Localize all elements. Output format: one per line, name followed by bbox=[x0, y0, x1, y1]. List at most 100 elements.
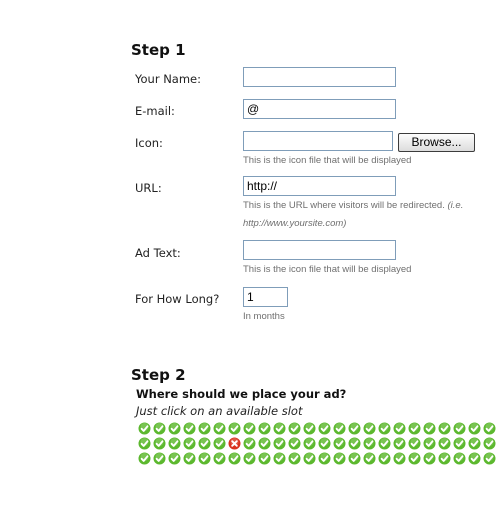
slot-available[interactable] bbox=[168, 437, 181, 450]
slot-available[interactable] bbox=[348, 422, 361, 435]
slot-available[interactable] bbox=[453, 422, 466, 435]
slot-available[interactable] bbox=[138, 437, 151, 450]
check-circle-icon bbox=[333, 422, 346, 435]
slot-available[interactable] bbox=[273, 437, 286, 450]
slot-available[interactable] bbox=[243, 437, 256, 450]
check-circle-icon bbox=[348, 437, 361, 450]
slot-available[interactable] bbox=[438, 452, 451, 465]
slot-available[interactable] bbox=[468, 452, 481, 465]
check-circle-icon bbox=[213, 422, 226, 435]
x-circle-icon bbox=[228, 437, 241, 450]
slot-available[interactable] bbox=[258, 422, 271, 435]
check-circle-icon bbox=[393, 452, 406, 465]
slot-available[interactable] bbox=[363, 452, 376, 465]
email-label: E-mail: bbox=[135, 104, 175, 118]
slot-available[interactable] bbox=[423, 452, 436, 465]
slot-available[interactable] bbox=[183, 437, 196, 450]
slot-available[interactable] bbox=[468, 422, 481, 435]
check-circle-icon bbox=[138, 437, 151, 450]
check-circle-icon bbox=[393, 422, 406, 435]
slot-available[interactable] bbox=[153, 422, 166, 435]
slot-available[interactable] bbox=[483, 452, 496, 465]
check-circle-icon bbox=[273, 422, 286, 435]
check-circle-icon bbox=[288, 437, 301, 450]
slot-available[interactable] bbox=[483, 422, 496, 435]
check-circle-icon bbox=[378, 422, 391, 435]
slot-available[interactable] bbox=[168, 422, 181, 435]
slot-available[interactable] bbox=[243, 422, 256, 435]
slot-available[interactable] bbox=[483, 437, 496, 450]
slot-available[interactable] bbox=[408, 437, 421, 450]
slot-available[interactable] bbox=[183, 422, 196, 435]
slot-available[interactable] bbox=[438, 437, 451, 450]
slot-available[interactable] bbox=[378, 422, 391, 435]
check-circle-icon bbox=[348, 452, 361, 465]
slot-row bbox=[138, 422, 498, 437]
check-circle-icon bbox=[243, 452, 256, 465]
duration-label: For How Long? bbox=[135, 292, 220, 306]
slot-available[interactable] bbox=[303, 422, 316, 435]
slot-available[interactable] bbox=[393, 422, 406, 435]
slot-available[interactable] bbox=[258, 437, 271, 450]
slot-available[interactable] bbox=[423, 422, 436, 435]
slot-available[interactable] bbox=[243, 452, 256, 465]
check-circle-icon bbox=[303, 452, 316, 465]
slot-available[interactable] bbox=[213, 437, 226, 450]
slot-available[interactable] bbox=[378, 452, 391, 465]
slot-available[interactable] bbox=[318, 452, 331, 465]
slot-available[interactable] bbox=[393, 437, 406, 450]
slot-available[interactable] bbox=[273, 422, 286, 435]
duration-field[interactable]: 1 bbox=[243, 287, 288, 307]
slot-available[interactable] bbox=[228, 422, 241, 435]
slot-available[interactable] bbox=[198, 452, 211, 465]
slot-available[interactable] bbox=[168, 452, 181, 465]
slot-available[interactable] bbox=[288, 422, 301, 435]
url-field[interactable]: http:// bbox=[243, 176, 396, 196]
slot-available[interactable] bbox=[198, 437, 211, 450]
slot-available[interactable] bbox=[288, 452, 301, 465]
icon-file-field[interactable] bbox=[243, 131, 393, 151]
slot-available[interactable] bbox=[318, 422, 331, 435]
name-field[interactable] bbox=[243, 67, 396, 87]
slot-available[interactable] bbox=[138, 452, 151, 465]
slot-available[interactable] bbox=[468, 437, 481, 450]
slot-available[interactable] bbox=[153, 437, 166, 450]
slot-available[interactable] bbox=[198, 422, 211, 435]
check-circle-icon bbox=[228, 452, 241, 465]
check-circle-icon bbox=[453, 452, 466, 465]
slot-available[interactable] bbox=[273, 452, 286, 465]
slot-available[interactable] bbox=[363, 437, 376, 450]
slot-available[interactable] bbox=[258, 452, 271, 465]
slot-available[interactable] bbox=[213, 452, 226, 465]
adtext-hint: This is the icon file that will be displ… bbox=[243, 264, 412, 275]
slot-available[interactable] bbox=[378, 437, 391, 450]
slot-available[interactable] bbox=[438, 422, 451, 435]
slot-available[interactable] bbox=[408, 422, 421, 435]
slot-available[interactable] bbox=[348, 452, 361, 465]
slot-available[interactable] bbox=[153, 452, 166, 465]
slot-available[interactable] bbox=[213, 422, 226, 435]
browse-button[interactable]: Browse... bbox=[398, 133, 475, 152]
slot-available[interactable] bbox=[303, 437, 316, 450]
slot-available[interactable] bbox=[333, 452, 346, 465]
slot-available[interactable] bbox=[303, 452, 316, 465]
slot-available[interactable] bbox=[333, 437, 346, 450]
adtext-field[interactable] bbox=[243, 240, 396, 260]
slot-available[interactable] bbox=[183, 452, 196, 465]
slot-available[interactable] bbox=[408, 452, 421, 465]
slot-available[interactable] bbox=[348, 437, 361, 450]
slot-available[interactable] bbox=[423, 437, 436, 450]
slot-available[interactable] bbox=[333, 422, 346, 435]
slot-available[interactable] bbox=[318, 437, 331, 450]
check-circle-icon bbox=[258, 437, 271, 450]
check-circle-icon bbox=[138, 452, 151, 465]
slot-available[interactable] bbox=[138, 422, 151, 435]
email-field[interactable]: @ bbox=[243, 99, 396, 119]
slot-available[interactable] bbox=[228, 452, 241, 465]
check-circle-icon bbox=[468, 422, 481, 435]
slot-available[interactable] bbox=[453, 437, 466, 450]
slot-available[interactable] bbox=[393, 452, 406, 465]
slot-available[interactable] bbox=[453, 452, 466, 465]
slot-available[interactable] bbox=[288, 437, 301, 450]
slot-available[interactable] bbox=[363, 422, 376, 435]
